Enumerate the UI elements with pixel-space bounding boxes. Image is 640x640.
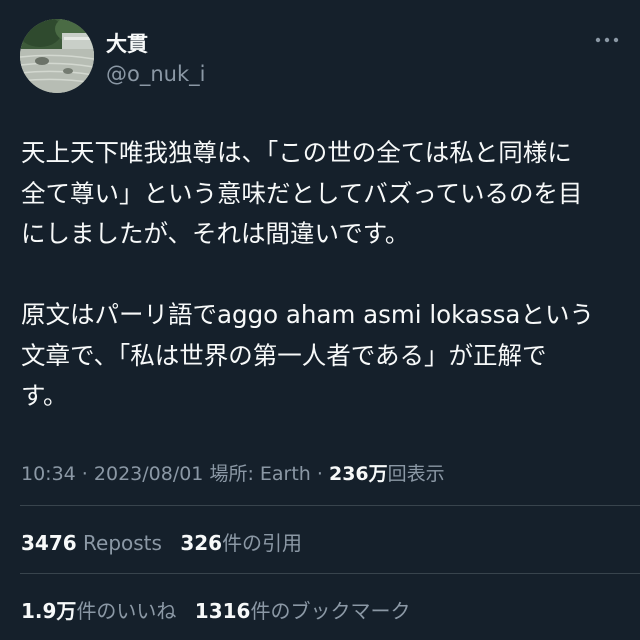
- avatar[interactable]: [20, 19, 94, 93]
- divider: [20, 573, 640, 574]
- zen-garden-avatar-icon: [20, 19, 94, 93]
- views-label: 回表示: [387, 463, 445, 485]
- reposts-label: Reposts: [83, 531, 162, 555]
- views-count: 236万: [328, 463, 388, 485]
- divider: [20, 505, 640, 506]
- tweet-text-line: 全て尊い」という意味だとしてバズっているのを目: [21, 178, 583, 208]
- tweet-header: 大貫 @o_nuk_i: [20, 19, 620, 93]
- tweet-time[interactable]: 10:34: [21, 463, 76, 485]
- tweet-text-line: にしましたが、それは間違いです。: [21, 219, 410, 248]
- tweet-location: 場所: Earth: [209, 463, 311, 485]
- tweet-text-line: 文章で、「私は世界の第一人者である」が正解で: [21, 340, 547, 370]
- tweet-detail: 大貫 @o_nuk_i 天上天下唯我独尊は、「この世の全ては私と同様に 全て尊い…: [0, 0, 640, 640]
- bookmarks-label: 件のブックマーク: [250, 599, 411, 623]
- quotes-label: 件の引用: [222, 531, 303, 555]
- likes-stat[interactable]: 1.9万件のいいね: [21, 595, 176, 624]
- tweet-date[interactable]: 2023/08/01: [94, 463, 204, 485]
- stats-row-reposts: 3476 Reposts 326件の引用: [21, 527, 314, 556]
- tweet-text-line: 天上天下唯我独尊は、「この世の全ては私と同様に: [21, 138, 572, 167]
- more-horizontal-icon[interactable]: [594, 31, 620, 43]
- tweet-text-line: 原文はパーリ語でaggo aham asmi lokassaという: [21, 300, 594, 329]
- tweet-meta: 10:34 · 2023/08/01 場所: Earth · 236万回表示: [21, 459, 445, 486]
- bookmarks-count: 1316: [194, 599, 251, 623]
- quotes-count: 326: [180, 531, 223, 555]
- meta-separator: ·: [310, 463, 329, 485]
- display-name[interactable]: 大貫: [106, 28, 148, 58]
- likes-label: 件のいいね: [76, 599, 177, 623]
- tweet-text-blank-line: [21, 255, 623, 296]
- quotes-stat[interactable]: 326件の引用: [180, 527, 302, 556]
- reposts-stat[interactable]: 3476 Reposts: [21, 531, 162, 555]
- user-handle[interactable]: @o_nuk_i: [106, 62, 205, 86]
- meta-separator: ·: [75, 463, 94, 485]
- tweet-text: 天上天下唯我独尊は、「この世の全ては私と同様に 全て尊い」という意味だとしてバズ…: [21, 133, 623, 417]
- likes-count: 1.9万: [21, 599, 77, 623]
- stats-row-likes: 1.9万件のいいね 1316件のブックマーク: [21, 595, 422, 624]
- bookmarks-stat[interactable]: 1316件のブックマーク: [195, 595, 411, 624]
- tweet-text-line: す。: [21, 381, 68, 410]
- reposts-count: 3476: [21, 531, 77, 555]
